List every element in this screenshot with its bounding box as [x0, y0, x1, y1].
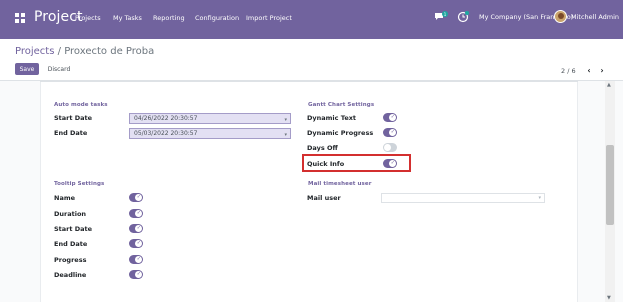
top-navbar: Project Projects My Tasks Reporting Conf… [0, 0, 623, 39]
control-panel: Projects / Proxecto de Proba Save Discar… [0, 39, 623, 81]
tooltip-deadline-toggle[interactable]: ✓ [129, 270, 143, 279]
user-name[interactable]: Mitchell Admin [571, 13, 619, 21]
tooltip-progress-toggle[interactable]: ✓ [129, 255, 143, 264]
dynamic-text-label: Dynamic Text [307, 114, 357, 122]
end-date-value: 05/03/2022 20:30:57 [134, 130, 198, 137]
apps-menu-icon[interactable] [15, 13, 25, 23]
chevron-down-icon: ▾ [538, 195, 541, 201]
activity-clock-icon[interactable] [457, 11, 469, 23]
menu-import-project[interactable]: Import Project [246, 14, 292, 22]
end-date-label: End Date [54, 129, 88, 137]
chat-icon[interactable]: 1 [434, 11, 448, 23]
vertical-scrollbar[interactable]: ▲ ▼ [605, 81, 615, 302]
dynamic-progress-label: Dynamic Progress [307, 129, 374, 137]
breadcrumb-projects[interactable]: Projects [15, 46, 54, 57]
section-mail-timesheet: Mail timesheet user [308, 181, 372, 187]
menu-configuration[interactable]: Configuration [195, 14, 239, 22]
chat-badge: 1 [444, 12, 447, 17]
chevron-down-icon: ▾ [284, 132, 287, 138]
form-content: Auto mode tasks Start Date 04/26/2022 20… [0, 81, 623, 302]
sheet-divider [40, 81, 578, 82]
scroll-up-icon[interactable]: ▲ [607, 82, 611, 88]
pager-value[interactable]: 2 / 6 [561, 67, 576, 75]
menu-projects[interactable]: Projects [75, 14, 101, 22]
section-auto-mode: Auto mode tasks [54, 102, 108, 108]
menu-reporting[interactable]: Reporting [153, 14, 185, 22]
breadcrumb-current: Proxecto de Proba [64, 46, 155, 57]
tooltip-start-date-toggle[interactable]: ✓ [129, 224, 143, 233]
breadcrumb-separator: / [57, 46, 61, 57]
mail-user-label: Mail user [307, 194, 341, 202]
end-date-field[interactable]: 05/03/2022 20:30:57 ▾ [129, 128, 291, 139]
form-sheet: Auto mode tasks Start Date 04/26/2022 20… [40, 81, 578, 302]
discard-button[interactable]: Discard [45, 63, 73, 75]
tooltip-end-date-toggle[interactable]: ✓ [129, 239, 143, 248]
tooltip-deadline-label: Deadline [54, 271, 87, 279]
tooltip-start-date-label: Start Date [54, 225, 93, 233]
user-avatar[interactable] [554, 10, 567, 23]
scroll-thumb[interactable] [606, 145, 614, 225]
quick-info-highlight [302, 154, 411, 172]
mail-user-field[interactable]: ▾ [381, 193, 545, 203]
tooltip-name-toggle[interactable]: ✓ [129, 193, 143, 202]
tooltip-end-date-label: End Date [54, 240, 88, 248]
scroll-down-icon[interactable]: ▼ [607, 295, 611, 301]
days-off-label: Days Off [307, 144, 338, 152]
dynamic-progress-toggle[interactable]: ✓ [383, 128, 397, 137]
section-gantt-settings: Gantt Chart Settings [308, 102, 375, 108]
tooltip-name-label: Name [54, 194, 76, 202]
pager-next-button[interactable]: › [597, 65, 607, 75]
pager-prev-button[interactable]: ‹ [584, 65, 594, 75]
tooltip-progress-label: Progress [54, 256, 87, 264]
dynamic-text-toggle[interactable]: ✓ [383, 113, 397, 122]
days-off-toggle[interactable] [383, 143, 397, 152]
start-date-field[interactable]: 04/26/2022 20:30:57 ▾ [129, 113, 291, 124]
save-button[interactable]: Save [15, 63, 39, 75]
menu-my-tasks[interactable]: My Tasks [113, 14, 142, 22]
chevron-down-icon: ▾ [284, 117, 287, 123]
tooltip-duration-toggle[interactable]: ✓ [129, 209, 143, 218]
breadcrumb: Projects / Proxecto de Proba [15, 46, 154, 57]
start-date-label: Start Date [54, 114, 93, 122]
section-tooltip-settings: Tooltip Settings [54, 181, 105, 187]
start-date-value: 04/26/2022 20:30:57 [134, 115, 198, 122]
tooltip-duration-label: Duration [54, 210, 87, 218]
